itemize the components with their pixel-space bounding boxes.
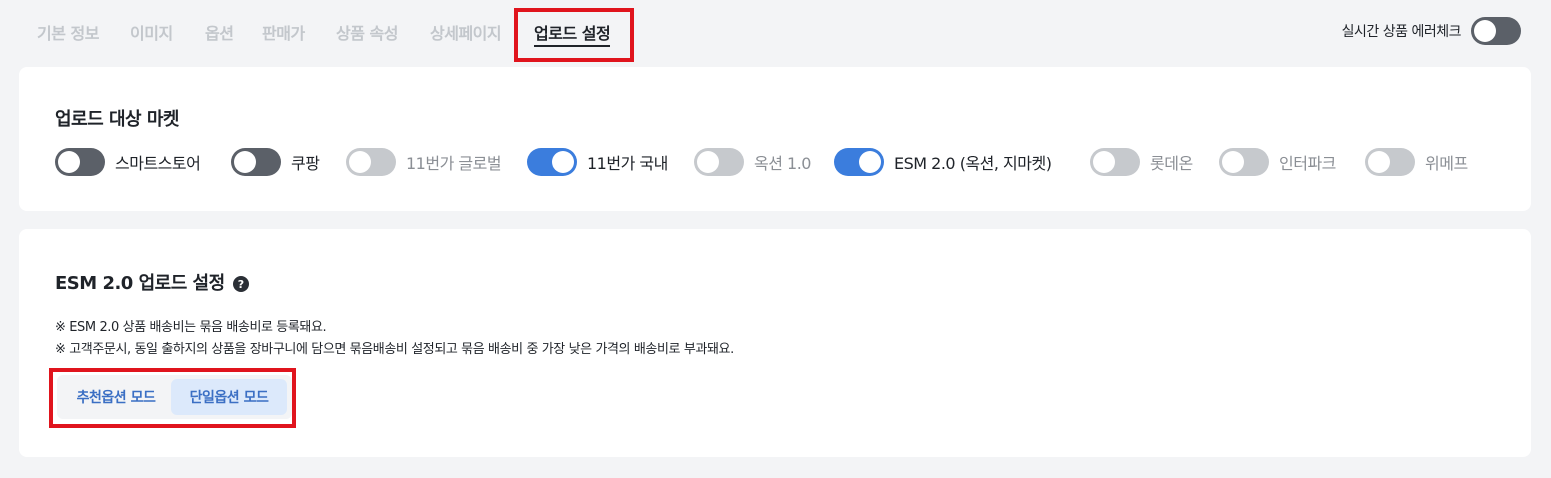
market-coupang-label: 쿠팡 <box>291 154 320 173</box>
toggle-knob <box>552 151 574 173</box>
market-coupang-toggle[interactable] <box>231 148 281 176</box>
error-check-control: 실시간 상품 에러체크 <box>1342 17 1521 45</box>
toggle-knob <box>1368 151 1390 173</box>
tab-bar: 기본 정보 이미지 옵션 판매가 상품 속성 상세페이지 업로드 설정 실시간 … <box>0 0 1551 62</box>
market-interpark: 인터파크 <box>1219 148 1336 176</box>
market-smartstore-toggle[interactable] <box>55 148 105 176</box>
esm-settings-title-row: ESM 2.0 업로드 설정? <box>55 269 249 295</box>
tab-options[interactable]: 옵션 <box>205 20 234 44</box>
tab-basic-info[interactable]: 기본 정보 <box>37 20 99 44</box>
market-wemakeprice-toggle[interactable] <box>1365 148 1415 176</box>
toggle-knob <box>1093 151 1115 173</box>
market-coupang: 쿠팡 <box>231 148 320 176</box>
tab-detail-page[interactable]: 상세페이지 <box>430 20 502 44</box>
toggle-knob <box>859 151 881 173</box>
error-check-label: 실시간 상품 에러체크 <box>1341 24 1462 40</box>
market-11st-domestic-label: 11번가 국내 <box>587 154 668 173</box>
toggle-knob <box>1222 151 1244 173</box>
market-smartstore-label: 스마트스토어 <box>115 154 201 173</box>
market-lotteon-toggle[interactable] <box>1090 148 1140 176</box>
market-lotteon: 롯데온 <box>1090 148 1193 176</box>
market-esm-2: ESM 2.0 (옥션, 지마켓) <box>834 148 1052 176</box>
market-auction-1: 옥션 1.0 <box>694 148 811 176</box>
market-esm-2-label: ESM 2.0 (옥션, 지마켓) <box>894 154 1052 173</box>
market-wemakeprice-label: 위메프 <box>1425 154 1468 173</box>
market-auction-1-label: 옥션 1.0 <box>754 154 811 173</box>
market-interpark-toggle[interactable] <box>1219 148 1269 176</box>
upload-markets-title: 업로드 대상 마켓 <box>55 109 179 130</box>
toggle-knob <box>1474 20 1496 42</box>
highlight-box-modes <box>49 368 296 428</box>
toggle-knob <box>234 151 256 173</box>
tab-images[interactable]: 이미지 <box>130 20 173 44</box>
tab-product-attributes[interactable]: 상품 속성 <box>336 20 398 44</box>
tab-price[interactable]: 판매가 <box>262 20 305 44</box>
market-11st-global-toggle[interactable] <box>346 148 396 176</box>
toggle-knob <box>349 151 371 173</box>
market-11st-domestic: 11번가 국내 <box>527 148 668 176</box>
market-11st-global: 11번가 글로벌 <box>346 148 502 176</box>
esm-note-shipping: ※ ESM 2.0 상품 배송비는 묶음 배송비로 등록돼요. <box>55 320 327 335</box>
highlight-box-tab <box>514 8 634 62</box>
market-wemakeprice: 위메프 <box>1365 148 1468 176</box>
esm-note-bundle: ※ 고객주문시, 동일 출하지의 상품을 장바구니에 담으면 묶음배송비 설정되… <box>55 342 734 357</box>
error-check-toggle[interactable] <box>1471 17 1521 45</box>
esm-settings-title: ESM 2.0 업로드 설정 <box>55 273 225 294</box>
market-11st-domestic-toggle[interactable] <box>527 148 577 176</box>
market-interpark-label: 인터파크 <box>1279 154 1336 173</box>
help-icon[interactable]: ? <box>232 276 249 292</box>
market-smartstore: 스마트스토어 <box>55 148 201 176</box>
market-lotteon-label: 롯데온 <box>1150 154 1193 173</box>
market-esm-2-toggle[interactable] <box>834 148 884 176</box>
market-auction-1-toggle[interactable] <box>694 148 744 176</box>
toggle-knob <box>697 151 719 173</box>
upload-markets-card: 업로드 대상 마켓 스마트스토어 쿠팡 11번가 글로벌 11번가 국내 옥션 … <box>19 67 1531 211</box>
market-11st-global-label: 11번가 글로벌 <box>406 154 502 173</box>
toggle-knob <box>58 151 80 173</box>
